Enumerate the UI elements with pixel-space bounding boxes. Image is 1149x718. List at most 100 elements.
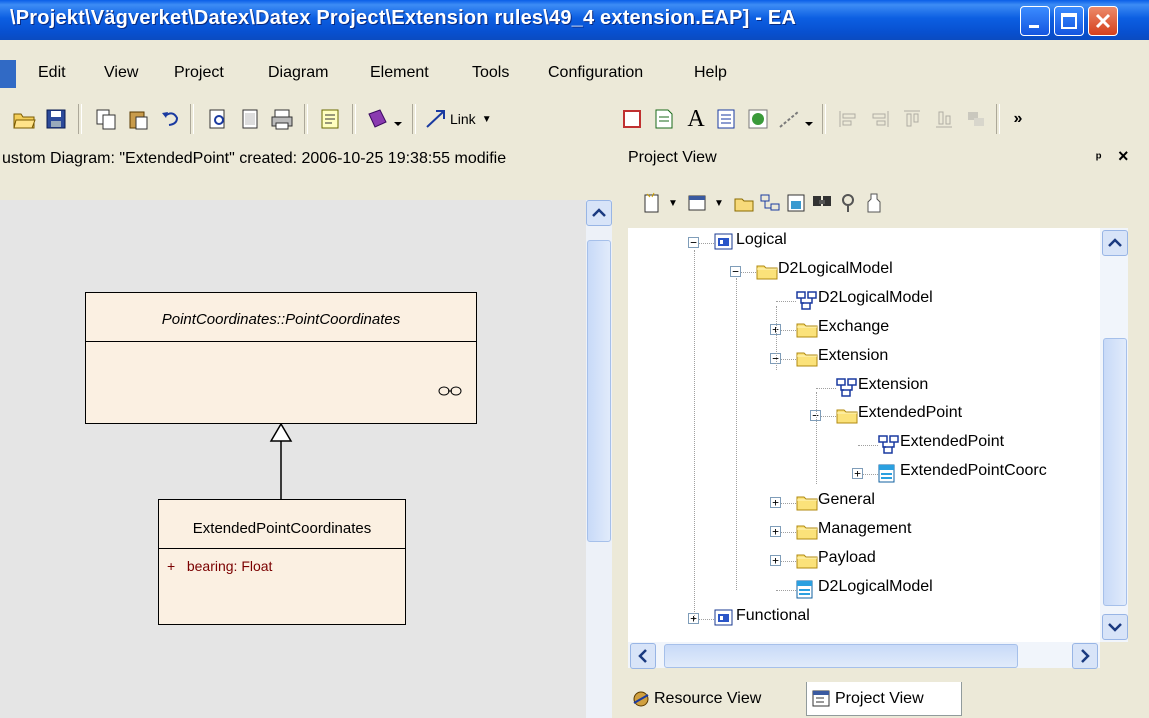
toolbar-separator <box>996 104 1000 134</box>
menu-help[interactable]: Help <box>694 64 727 82</box>
scroll-up-button[interactable] <box>586 200 612 226</box>
toolbar-separator <box>822 104 826 134</box>
tab-label: Project View <box>835 689 924 707</box>
chevron-left-icon <box>638 649 647 663</box>
diagram-vertical-scrollbar[interactable] <box>586 200 612 718</box>
scroll-left-button[interactable] <box>630 643 656 669</box>
chevron-down-icon <box>1108 623 1122 632</box>
tree-item-label: ExtendedPoint <box>900 433 1005 450</box>
tree-connector <box>858 445 878 446</box>
find-icon[interactable] <box>810 190 834 216</box>
same-size-icon[interactable] <box>962 106 990 132</box>
expand-toggle[interactable]: + <box>770 555 781 566</box>
tree-vertical-scrollbar[interactable] <box>1100 228 1128 642</box>
tree-connector <box>776 590 796 591</box>
folder-icon <box>836 406 858 424</box>
class-name: PointCoordinates::PointCoordinates <box>161 311 401 328</box>
tree-connector <box>816 392 817 484</box>
new-item-icon[interactable] <box>640 190 664 216</box>
package-icon <box>714 609 734 627</box>
tree-connector <box>694 250 695 620</box>
close-button[interactable] <box>1088 6 1118 36</box>
scroll-thumb[interactable] <box>1103 338 1127 606</box>
expand-toggle[interactable]: + <box>852 468 863 479</box>
scroll-up-button[interactable] <box>1102 230 1128 256</box>
new-folder-icon[interactable] <box>732 190 756 216</box>
class-extended-point-coordinates[interactable]: ExtendedPointCoordinates + bearing: Floa… <box>158 499 406 625</box>
properties-icon[interactable] <box>836 190 860 216</box>
maximize-icon <box>1061 13 1077 29</box>
package-icon <box>714 233 734 251</box>
tree-item-label: Logical <box>736 231 787 248</box>
scroll-thumb[interactable] <box>664 644 1018 668</box>
chevron-up-icon <box>592 208 606 217</box>
pin-icon[interactable]: ᵖ <box>1096 149 1101 165</box>
tree-item-label: D2LogicalModel <box>778 260 893 277</box>
align-top-icon[interactable] <box>898 106 926 132</box>
folder-icon <box>796 551 818 569</box>
text-icon[interactable]: A <box>682 106 710 132</box>
class-divider <box>86 341 476 342</box>
class-point-coordinates[interactable]: PointCoordinates::PointCoordinates <box>85 292 477 424</box>
class-icon <box>796 580 816 599</box>
tab-resource-view[interactable]: Resource View <box>630 682 806 716</box>
tree-item-label: Extension <box>858 376 929 393</box>
class-attribute: + bearing: Float <box>167 558 273 574</box>
resource-view-icon <box>633 691 649 707</box>
tree-item-label: Functional <box>736 607 810 624</box>
note-element-icon[interactable] <box>650 106 678 132</box>
tree-item-label: General <box>818 491 875 508</box>
panel-close-icon[interactable]: × <box>1118 146 1129 167</box>
tree-item-label: ExtendedPointCoorc <box>900 462 1047 479</box>
folder-icon <box>796 493 818 511</box>
tree-item-label: Extension <box>818 347 889 364</box>
new-diagram-icon[interactable] <box>758 190 782 216</box>
align-right-icon[interactable] <box>866 106 894 132</box>
tree-item-label: Exchange <box>818 318 890 335</box>
link-chain-icon <box>438 386 462 396</box>
folder-icon <box>796 349 818 367</box>
class-icon <box>878 464 898 483</box>
chevron-down-icon[interactable]: ▼ <box>666 190 680 216</box>
collapse-toggle[interactable]: − <box>688 237 699 248</box>
tree-item-label: D2LogicalModel <box>818 578 933 595</box>
tree-connector <box>816 388 836 389</box>
new-element-icon[interactable] <box>784 190 808 216</box>
connector-dropdown-icon[interactable] <box>776 106 816 132</box>
folder-icon <box>756 262 778 280</box>
chevron-down-icon[interactable]: ▼ <box>712 190 726 216</box>
diagram-icon <box>836 378 857 397</box>
new-window-icon[interactable] <box>686 190 710 216</box>
collapse-toggle[interactable]: − <box>730 266 741 277</box>
hyperlink-icon[interactable] <box>744 106 772 132</box>
diagram-icon <box>878 435 899 454</box>
expand-toggle[interactable]: + <box>770 526 781 537</box>
tab-label: Resource View <box>654 690 762 707</box>
toolbar-overflow-button[interactable]: » <box>1004 106 1032 132</box>
maximize-button[interactable] <box>1054 6 1084 36</box>
tree-horizontal-scrollbar[interactable] <box>628 642 1100 669</box>
scroll-right-button[interactable] <box>1072 643 1098 669</box>
class-name: ExtendedPointCoordinates <box>192 520 372 537</box>
tree-item-label: Payload <box>818 549 876 566</box>
close-icon <box>1095 13 1111 29</box>
locate-icon[interactable] <box>862 190 886 216</box>
tree-connector <box>776 306 777 370</box>
scroll-thumb[interactable] <box>587 240 611 542</box>
expand-toggle[interactable]: + <box>770 497 781 508</box>
tree-item-label: D2LogicalModel <box>818 289 933 306</box>
tree-item-label: Management <box>818 520 912 537</box>
tree-connector <box>776 301 796 302</box>
tree-connector <box>736 278 737 590</box>
tab-project-view[interactable]: Project View <box>806 682 962 716</box>
diagram-icon <box>796 291 817 310</box>
minimize-button[interactable] <box>1020 6 1050 36</box>
align-left-icon[interactable] <box>834 106 862 132</box>
document-icon[interactable] <box>712 106 740 132</box>
align-bottom-icon[interactable] <box>930 106 958 132</box>
chevron-right-icon <box>1081 649 1090 663</box>
project-view-title: Project View <box>628 149 717 166</box>
project-view-icon <box>812 690 830 706</box>
scroll-down-button[interactable] <box>1102 614 1128 640</box>
rectangle-icon[interactable] <box>618 106 646 132</box>
